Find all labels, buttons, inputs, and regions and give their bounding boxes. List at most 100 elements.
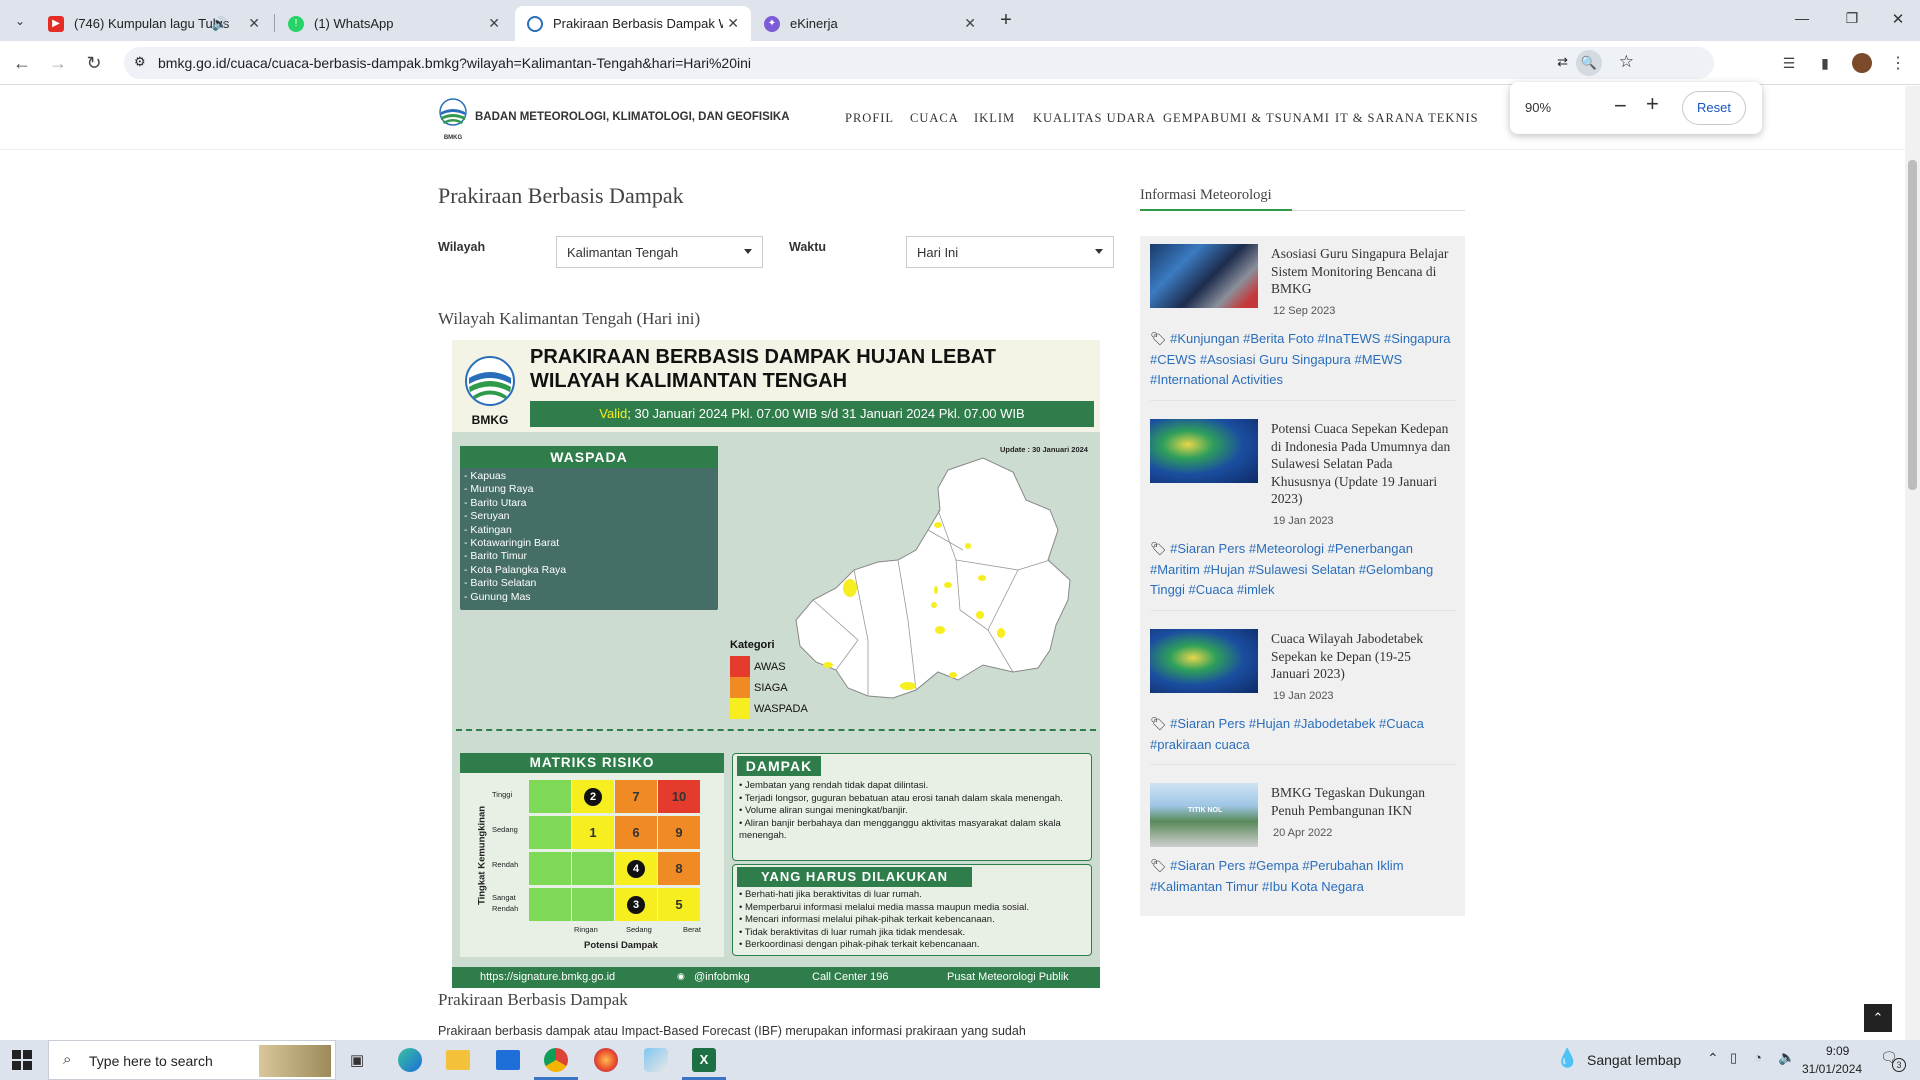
wilayah-select[interactable]: Kalimantan Tengah bbox=[556, 236, 763, 268]
news-tags-text[interactable]: #Siaran Pers #Gempa #Perubahan Iklim #Ka… bbox=[1150, 858, 1404, 894]
risk-matrix-cell bbox=[529, 852, 571, 885]
news-title[interactable]: Potensi Cuaca Sepekan Kedepan di Indones… bbox=[1271, 420, 1451, 508]
news-thumbnail[interactable] bbox=[1150, 419, 1258, 483]
scrollbar-thumb[interactable] bbox=[1908, 160, 1917, 490]
zoom-reset-button[interactable]: Reset bbox=[1682, 91, 1746, 125]
windows-start-icon[interactable] bbox=[12, 1050, 32, 1070]
news-thumbnail[interactable] bbox=[1150, 244, 1258, 308]
side-panel-icon[interactable]: ▮ bbox=[1811, 49, 1839, 77]
file-explorer-icon[interactable] bbox=[446, 1050, 470, 1070]
close-icon[interactable]: ✕ bbox=[964, 15, 976, 32]
news-title[interactable]: Cuaca Wilayah Jabodetabek Sepekan ke Dep… bbox=[1271, 630, 1451, 683]
notification-count: 3 bbox=[1892, 1058, 1906, 1072]
news-date: 12 Sep 2023 bbox=[1273, 305, 1336, 317]
waspada-item: - Murung Raya bbox=[464, 483, 534, 496]
infographic-title-1: PRAKIRAAN BERBASIS DAMPAK HUJAN LEBAT bbox=[530, 346, 996, 368]
waktu-value: Hari Ini bbox=[917, 245, 959, 260]
firefox-icon[interactable] bbox=[594, 1048, 618, 1072]
close-icon[interactable]: ✕ bbox=[488, 15, 500, 32]
reload-icon[interactable]: ↻ bbox=[80, 49, 108, 77]
clock-time[interactable]: 9:09 bbox=[1826, 1044, 1849, 1058]
dampak-item: • Aliran banjir berbahaya dan mengganggu… bbox=[739, 817, 1061, 842]
weather-icon[interactable]: 💧 bbox=[1556, 1048, 1578, 1069]
nav-it-sarana[interactable]: IT & SARANA TEKNIS bbox=[1335, 111, 1479, 126]
tab-ekinerja[interactable]: ✦ eKinerja ✕ bbox=[752, 6, 988, 41]
task-view-icon[interactable]: ▣ bbox=[350, 1051, 364, 1069]
edge-icon[interactable] bbox=[398, 1048, 422, 1072]
tab-youtube[interactable]: ▶ (746) Kumpulan lagu Tulus 🔊 ✕ bbox=[36, 6, 272, 41]
news-tags-text[interactable]: #Siaran Pers #Hujan #Jabodetabek #Cuaca … bbox=[1150, 716, 1424, 752]
news-thumbnail[interactable] bbox=[1150, 629, 1258, 693]
news-tags[interactable]: 🏷 #Siaran Pers #Meteorologi #Penerbangan… bbox=[1150, 539, 1460, 601]
weather-text[interactable]: Sangat lembap bbox=[1587, 1052, 1681, 1068]
volume-icon[interactable]: 🔈 bbox=[1778, 1049, 1795, 1066]
row-label-tinggi: Tinggi bbox=[492, 790, 513, 799]
tag-icon: 🏷 bbox=[1150, 716, 1171, 731]
network-icon[interactable]: ◔ bbox=[1754, 1050, 1762, 1065]
news-title[interactable]: Asosiasi Guru Singapura Belajar Sistem M… bbox=[1271, 245, 1451, 298]
zoom-out-button[interactable]: − bbox=[1614, 93, 1627, 119]
news-tags[interactable]: 🏷 #Siaran Pers #Gempa #Perubahan Iklim #… bbox=[1150, 856, 1460, 897]
paint-icon[interactable] bbox=[644, 1048, 668, 1072]
nav-kualitas-udara[interactable]: KUALITAS UDARA bbox=[1033, 111, 1156, 126]
nav-profil[interactable]: PROFIL bbox=[845, 111, 894, 126]
zoom-level: 90% bbox=[1525, 100, 1552, 115]
waspada-item: - Barito Timur bbox=[464, 550, 528, 563]
nav-iklim[interactable]: IKLIM bbox=[974, 111, 1015, 126]
tab-whatsapp[interactable]: ! (1) WhatsApp ✕ bbox=[276, 6, 512, 41]
infographic-title-2: WILAYAH KALIMANTAN TENGAH bbox=[530, 370, 848, 392]
close-icon[interactable]: ✕ bbox=[248, 15, 260, 32]
site-info-icon[interactable]: ⚙ bbox=[134, 54, 146, 70]
news-thumbnail[interactable]: TITIK NOL bbox=[1150, 783, 1258, 847]
bmkg-logo[interactable]: BMKG bbox=[438, 98, 468, 141]
news-tags-text[interactable]: #Siaran Pers #Meteorologi #Penerbangan #… bbox=[1150, 541, 1433, 597]
excel-icon[interactable]: X bbox=[692, 1048, 716, 1072]
new-tab-button[interactable]: + bbox=[994, 8, 1018, 32]
nav-cuaca[interactable]: CUACA bbox=[910, 111, 959, 126]
risk-matrix-cell: 5 bbox=[658, 888, 700, 921]
mail-icon[interactable] bbox=[496, 1050, 520, 1070]
bookmark-star-icon[interactable]: ☆ bbox=[1619, 52, 1634, 72]
valid-text: ; 30 Januari 2024 Pkl. 07.00 WIB s/d 31 … bbox=[627, 406, 1025, 421]
translate-icon[interactable]: ⇄ bbox=[1557, 54, 1568, 70]
sidebar-title-accent bbox=[1140, 209, 1292, 211]
chevron-up-icon[interactable]: ⌃ bbox=[1707, 1050, 1719, 1067]
impact-forecast-infographic: BMKG PRAKIRAAN BERBASIS DAMPAK HUJAN LEB… bbox=[452, 340, 1100, 988]
close-window-icon[interactable]: ✕ bbox=[1888, 10, 1908, 30]
back-to-top-button[interactable]: ⌃ bbox=[1864, 1004, 1892, 1032]
restore-icon[interactable]: ❐ bbox=[1842, 10, 1862, 30]
kategori-label: AWAS bbox=[754, 660, 786, 673]
kategori-label: WASPADA bbox=[754, 702, 808, 715]
chrome-icon[interactable] bbox=[544, 1048, 568, 1072]
news-title[interactable]: BMKG Tegaskan Dukungan Penuh Pembangunan… bbox=[1271, 784, 1451, 819]
waktu-select[interactable]: Hari Ini bbox=[906, 236, 1114, 268]
news-tags[interactable]: 🏷 #Siaran Pers #Hujan #Jabodetabek #Cuac… bbox=[1150, 714, 1460, 755]
tag-icon: 🏷 bbox=[1150, 858, 1171, 873]
menu-icon[interactable]: ⋮ bbox=[1884, 49, 1912, 77]
tab-list-button[interactable]: ⌄ bbox=[8, 10, 32, 32]
media-control-icon[interactable]: ☰ bbox=[1775, 49, 1803, 77]
nav-gempabumi[interactable]: GEMPABUMI & TSUNAMI bbox=[1163, 111, 1330, 126]
address-bar[interactable]: ⚙ bmkg.go.id/cuaca/cuaca-berbasis-dampak… bbox=[124, 47, 1714, 79]
profile-avatar[interactable] bbox=[1848, 49, 1876, 77]
chevron-down-icon bbox=[744, 249, 752, 254]
meet-now-icon[interactable]: ▯ bbox=[1730, 1050, 1737, 1066]
zoom-in-button[interactable]: + bbox=[1646, 91, 1659, 117]
youtube-icon: ▶ bbox=[48, 15, 64, 32]
taskbar-search[interactable]: ⌕ Type here to search bbox=[48, 1040, 336, 1080]
page-scrollbar[interactable] bbox=[1905, 86, 1920, 1044]
whatsapp-icon: ! bbox=[288, 15, 304, 32]
risk-value: 10 bbox=[671, 789, 687, 804]
dampak-title: DAMPAK bbox=[737, 756, 821, 776]
back-icon[interactable]: ← bbox=[8, 49, 36, 77]
section-title: Prakiraan Berbasis Dampak bbox=[438, 990, 628, 1009]
kategori-label: SIAGA bbox=[754, 681, 788, 694]
news-tags[interactable]: 🏷 #Kunjungan #Berita Foto #InaTEWS #Sing… bbox=[1150, 329, 1460, 391]
tab-bmkg[interactable]: Prakiraan Berbasis Dampak Wil ✕ bbox=[515, 6, 751, 41]
clock-date[interactable]: 31/01/2024 bbox=[1802, 1062, 1862, 1076]
news-tags-text[interactable]: #Kunjungan #Berita Foto #InaTEWS #Singap… bbox=[1150, 331, 1451, 387]
zoom-icon[interactable]: 🔍 bbox=[1576, 50, 1602, 76]
forward-icon[interactable]: → bbox=[44, 49, 72, 77]
minimize-icon[interactable]: — bbox=[1792, 10, 1812, 30]
close-icon[interactable]: ✕ bbox=[727, 15, 739, 32]
